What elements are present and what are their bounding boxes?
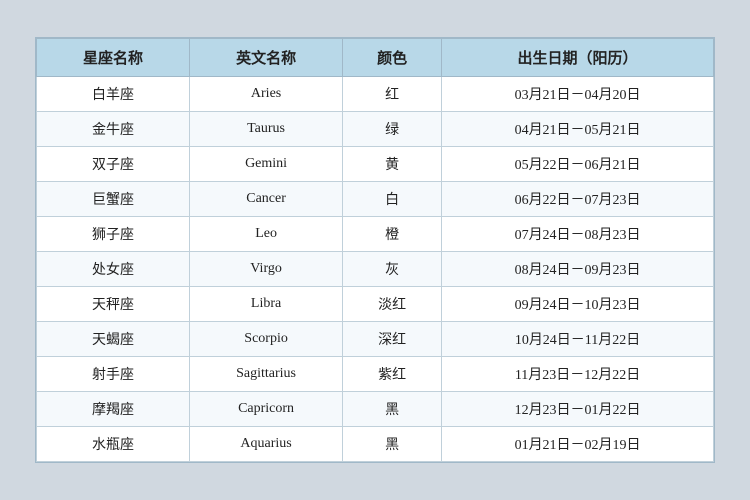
cell-8-0: 射手座 bbox=[37, 357, 190, 392]
cell-8-3: 11月23日－12月22日 bbox=[442, 357, 714, 392]
table-row: 处女座Virgo灰08月24日－09月23日 bbox=[37, 252, 714, 287]
cell-10-0: 水瓶座 bbox=[37, 427, 190, 462]
cell-5-3: 08月24日－09月23日 bbox=[442, 252, 714, 287]
cell-1-1: Taurus bbox=[190, 112, 343, 147]
table-row: 天秤座Libra淡红09月24日－10月23日 bbox=[37, 287, 714, 322]
cell-0-3: 03月21日－04月20日 bbox=[442, 77, 714, 112]
cell-3-2: 白 bbox=[343, 182, 442, 217]
cell-7-0: 天蝎座 bbox=[37, 322, 190, 357]
cell-10-2: 黑 bbox=[343, 427, 442, 462]
cell-7-1: Scorpio bbox=[190, 322, 343, 357]
table-row: 水瓶座Aquarius黑01月21日－02月19日 bbox=[37, 427, 714, 462]
table-body: 白羊座Aries红03月21日－04月20日金牛座Taurus绿04月21日－0… bbox=[37, 77, 714, 462]
col-header-0: 星座名称 bbox=[37, 39, 190, 77]
cell-6-2: 淡红 bbox=[343, 287, 442, 322]
cell-5-0: 处女座 bbox=[37, 252, 190, 287]
cell-10-1: Aquarius bbox=[190, 427, 343, 462]
col-header-1: 英文名称 bbox=[190, 39, 343, 77]
cell-5-1: Virgo bbox=[190, 252, 343, 287]
cell-7-2: 深红 bbox=[343, 322, 442, 357]
cell-1-2: 绿 bbox=[343, 112, 442, 147]
col-header-2: 颜色 bbox=[343, 39, 442, 77]
cell-2-0: 双子座 bbox=[37, 147, 190, 182]
zodiac-table: 星座名称英文名称颜色出生日期（阳历） 白羊座Aries红03月21日－04月20… bbox=[36, 38, 714, 462]
table-row: 摩羯座Capricorn黑12月23日－01月22日 bbox=[37, 392, 714, 427]
zodiac-table-container: 星座名称英文名称颜色出生日期（阳历） 白羊座Aries红03月21日－04月20… bbox=[35, 37, 715, 463]
cell-0-2: 红 bbox=[343, 77, 442, 112]
cell-6-1: Libra bbox=[190, 287, 343, 322]
cell-3-0: 巨蟹座 bbox=[37, 182, 190, 217]
table-header-row: 星座名称英文名称颜色出生日期（阳历） bbox=[37, 39, 714, 77]
table-row: 金牛座Taurus绿04月21日－05月21日 bbox=[37, 112, 714, 147]
cell-2-3: 05月22日－06月21日 bbox=[442, 147, 714, 182]
cell-0-0: 白羊座 bbox=[37, 77, 190, 112]
cell-3-1: Cancer bbox=[190, 182, 343, 217]
cell-4-0: 狮子座 bbox=[37, 217, 190, 252]
cell-4-1: Leo bbox=[190, 217, 343, 252]
col-header-3: 出生日期（阳历） bbox=[442, 39, 714, 77]
table-row: 射手座Sagittarius紫红11月23日－12月22日 bbox=[37, 357, 714, 392]
cell-4-2: 橙 bbox=[343, 217, 442, 252]
cell-9-1: Capricorn bbox=[190, 392, 343, 427]
cell-6-3: 09月24日－10月23日 bbox=[442, 287, 714, 322]
cell-5-2: 灰 bbox=[343, 252, 442, 287]
cell-7-3: 10月24日－11月22日 bbox=[442, 322, 714, 357]
cell-2-1: Gemini bbox=[190, 147, 343, 182]
cell-8-2: 紫红 bbox=[343, 357, 442, 392]
table-row: 狮子座Leo橙07月24日－08月23日 bbox=[37, 217, 714, 252]
table-row: 双子座Gemini黄05月22日－06月21日 bbox=[37, 147, 714, 182]
cell-9-3: 12月23日－01月22日 bbox=[442, 392, 714, 427]
cell-1-3: 04月21日－05月21日 bbox=[442, 112, 714, 147]
cell-9-2: 黑 bbox=[343, 392, 442, 427]
table-row: 巨蟹座Cancer白06月22日－07月23日 bbox=[37, 182, 714, 217]
cell-0-1: Aries bbox=[190, 77, 343, 112]
cell-1-0: 金牛座 bbox=[37, 112, 190, 147]
cell-10-3: 01月21日－02月19日 bbox=[442, 427, 714, 462]
cell-4-3: 07月24日－08月23日 bbox=[442, 217, 714, 252]
cell-9-0: 摩羯座 bbox=[37, 392, 190, 427]
cell-3-3: 06月22日－07月23日 bbox=[442, 182, 714, 217]
cell-6-0: 天秤座 bbox=[37, 287, 190, 322]
cell-8-1: Sagittarius bbox=[190, 357, 343, 392]
table-row: 天蝎座Scorpio深红10月24日－11月22日 bbox=[37, 322, 714, 357]
table-row: 白羊座Aries红03月21日－04月20日 bbox=[37, 77, 714, 112]
cell-2-2: 黄 bbox=[343, 147, 442, 182]
